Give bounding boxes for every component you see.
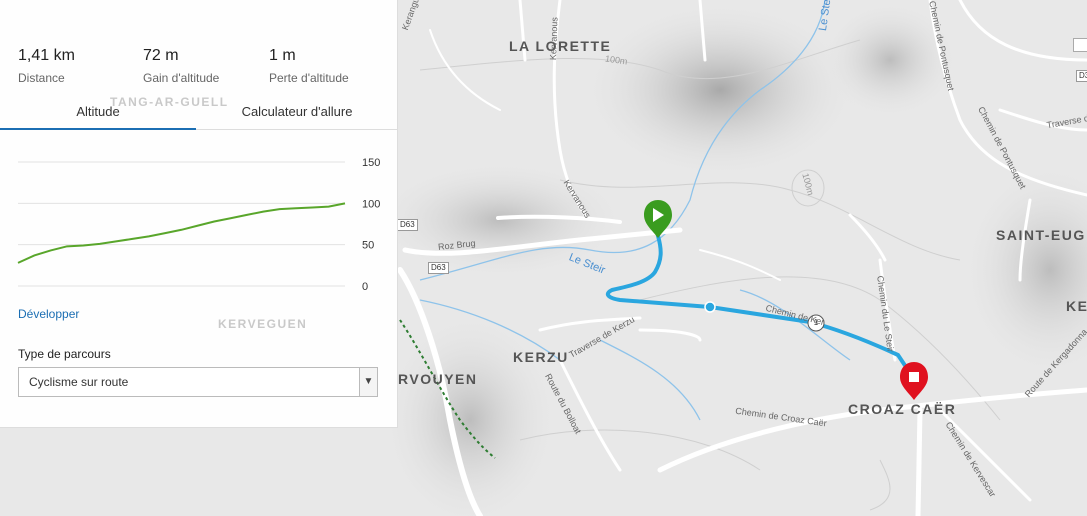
stat-elevation-loss: 1 m Perte d'altitude	[269, 47, 349, 85]
y-tick-label: 50	[362, 240, 374, 252]
stat-value: 72 m	[143, 47, 179, 64]
stat-elevation-gain: 72 m Gain d'altitude	[143, 47, 219, 85]
place-label: KE	[1066, 298, 1087, 314]
road-badge: D3	[1076, 70, 1087, 82]
stat-distance: 1,41 km Distance	[18, 47, 75, 85]
place-label: RVOUYEN	[398, 371, 478, 387]
stat-label: Perte d'altitude	[269, 71, 349, 85]
stat-label: Distance	[18, 71, 65, 85]
route-midpoint-marker[interactable]	[704, 301, 716, 313]
chevron-down-icon[interactable]: ▼	[359, 368, 377, 396]
route-summary-card: TANG-AR-GUELL KERVEGUEN 1,41 km Distance…	[0, 0, 398, 428]
y-tick-label: 150	[362, 157, 380, 169]
place-label: LA LORETTE	[509, 38, 612, 54]
route-panel: TANG-AR-GUELL KERVEGUEN 1,41 km Distance…	[0, 0, 398, 516]
route-type-value: Cyclisme sur route	[29, 375, 129, 389]
tab-pace-calculator[interactable]: Calculateur d'allure	[196, 96, 398, 130]
chart-y-ticks: 150 100 50 0	[362, 157, 380, 293]
chart-grid	[18, 161, 345, 287]
place-label: KERZU	[513, 349, 569, 365]
place-label: CROAZ CAËR	[848, 401, 957, 417]
stat-value: 1,41 km	[18, 47, 75, 64]
street-label: Kervanous	[548, 16, 560, 61]
map-edge-control[interactable]	[1073, 38, 1087, 52]
elevation-line	[17, 202, 346, 264]
tab-altitude[interactable]: Altitude	[0, 96, 196, 130]
elevation-chart[interactable]: 150 100 50 0	[0, 140, 398, 300]
y-tick-label: 0	[362, 281, 368, 293]
road-badge: D63	[397, 219, 418, 231]
km-marker-label: 1	[813, 318, 819, 327]
place-label: SAINT-EUG	[996, 227, 1086, 243]
expand-link[interactable]: Développer	[18, 307, 79, 321]
app-root: LA LORETTE KERZU CROAZ CAËR SAINT-EUG KE…	[0, 0, 1087, 516]
stat-value: 1 m	[269, 47, 296, 64]
route-type-label: Type de parcours	[18, 347, 111, 361]
stat-label: Gain d'altitude	[143, 71, 220, 85]
y-tick-label: 100	[362, 198, 380, 210]
route-type-select[interactable]: Cyclisme sur route ▼	[18, 367, 378, 397]
place-label: KERVEGUEN	[218, 317, 308, 331]
road-badge: D63	[428, 262, 449, 274]
